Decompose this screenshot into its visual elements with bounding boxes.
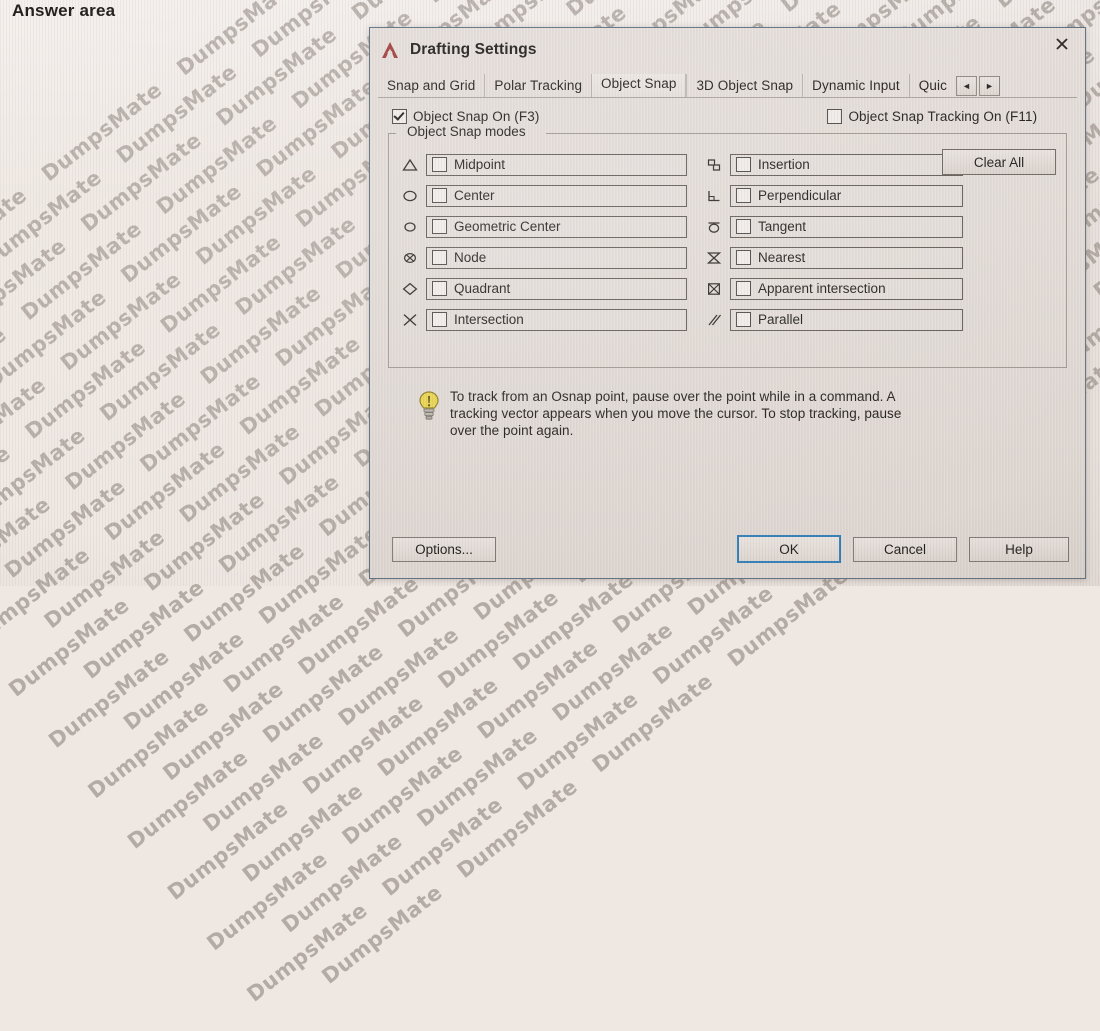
snap-row-center: Center — [399, 180, 687, 211]
checkbox-box — [432, 219, 447, 234]
triangle-icon — [399, 155, 421, 175]
tab-3d-object-snap[interactable]: 3D Object Snap — [686, 74, 802, 97]
snap-label-intersection: Intersection — [454, 312, 524, 327]
chevron-left-icon[interactable]: ◄ — [955, 76, 977, 96]
options-button[interactable]: Options... — [392, 536, 496, 562]
object-snap-tracking-on-label: Object Snap Tracking On (F11) — [848, 109, 1038, 124]
dialog-tabstrip: Snap and Grid Polar Tracking Object Snap… — [378, 71, 1077, 98]
snap-row-node: Node — [399, 242, 687, 273]
nearest-hourglass-icon — [703, 248, 725, 268]
checkbox-box — [736, 157, 751, 172]
checkbox-box — [432, 250, 447, 265]
tab-scroll-arrows: ◄ ► — [954, 76, 1000, 96]
snap-label-perpendicular: Perpendicular — [758, 188, 842, 203]
snap-checkbox-nearest[interactable]: Nearest — [730, 246, 963, 269]
square-x-icon — [703, 279, 725, 299]
snap-row-quadrant: Quadrant — [399, 273, 687, 304]
circle-icon — [399, 186, 421, 206]
snap-checkbox-tangent[interactable]: Tangent — [730, 215, 963, 238]
snap-row-midpoint: Midpoint — [399, 149, 687, 180]
tab-object-snap[interactable]: Object Snap — [591, 74, 687, 97]
tab-polar-tracking[interactable]: Polar Tracking — [484, 74, 591, 97]
small-circle-icon — [399, 217, 421, 237]
snap-row-perpendicular: Perpendicular — [703, 180, 963, 211]
checkbox-box — [736, 250, 751, 265]
snap-checkbox-intersection[interactable]: Intersection — [426, 308, 687, 331]
checkbox-box — [736, 219, 751, 234]
snap-row-insertion: Insertion — [703, 149, 963, 180]
tab-dynamic-input[interactable]: Dynamic Input — [802, 74, 909, 97]
checkbox-box — [432, 281, 447, 296]
snap-label-nearest: Nearest — [758, 250, 806, 265]
snap-row-apparent-intersection: Apparent intersection — [703, 273, 963, 304]
insertion-icon — [703, 155, 725, 175]
snap-checkbox-apparent-intersection[interactable]: Apparent intersection — [730, 277, 963, 300]
autocad-a-icon — [379, 40, 401, 60]
snap-row-nearest: Nearest — [703, 242, 963, 273]
tip-area: To track from an Osnap point, pause over… — [388, 388, 1067, 439]
tangent-icon — [703, 217, 725, 237]
tab-quick-properties[interactable]: Quic — [908, 74, 951, 97]
snap-label-node: Node — [454, 250, 487, 265]
checkbox-box — [736, 312, 751, 327]
checkbox-box — [736, 281, 751, 296]
checkbox-box — [392, 109, 407, 124]
snap-label-quadrant: Quadrant — [454, 281, 511, 296]
diamond-icon — [399, 279, 421, 299]
object-snap-modes-group: Object Snap modes Clear All Midpoint Cen… — [388, 124, 1067, 368]
chevron-right-icon[interactable]: ► — [978, 76, 1000, 96]
snap-label-midpoint: Midpoint — [454, 157, 506, 172]
tab-snap-and-grid[interactable]: Snap and Grid — [378, 74, 484, 97]
object-snap-tab-page: Object Snap On (F3) Object Snap Tracking… — [378, 98, 1077, 528]
checkbox-box — [432, 157, 447, 172]
snap-label-tangent: Tangent — [758, 219, 807, 234]
snap-checkbox-parallel[interactable]: Parallel — [730, 308, 963, 331]
snap-label-insertion: Insertion — [758, 157, 810, 172]
dialog-titlebar: Drafting Settings — [370, 28, 1085, 71]
clear-all-button[interactable]: Clear All — [942, 149, 1056, 175]
close-icon[interactable] — [1038, 27, 1085, 60]
group-title: Object Snap modes — [407, 124, 526, 139]
checkbox-box — [736, 188, 751, 203]
dialog-title: Drafting Settings — [410, 40, 537, 58]
dialog-footer: Options... OK Cancel Help — [370, 520, 1085, 578]
answer-area-label: Answer area — [12, 1, 116, 20]
ok-button[interactable]: OK — [737, 535, 841, 563]
checkbox-box — [432, 312, 447, 327]
snap-label-parallel: Parallel — [758, 312, 804, 327]
checkbox-box — [432, 188, 447, 203]
snap-row-tangent: Tangent — [703, 211, 963, 242]
snap-row-geometric-center: Geometric Center — [399, 211, 687, 242]
snap-checkbox-center[interactable]: Center — [426, 184, 687, 207]
snap-row-intersection: Intersection — [399, 304, 687, 335]
x-cross-icon — [399, 310, 421, 330]
snap-checkbox-insertion[interactable]: Insertion — [730, 153, 963, 176]
lightbulb-icon — [416, 388, 450, 439]
object-snap-on-label: Object Snap On (F3) — [413, 109, 540, 124]
snap-label-apparent-intersection: Apparent intersection — [758, 281, 886, 296]
parallel-slashes-icon — [703, 310, 725, 330]
snap-checkbox-node[interactable]: Node — [426, 246, 687, 269]
perpendicular-icon — [703, 186, 725, 206]
snap-modes-left-column: Midpoint Center Geometric Center Node Qu… — [399, 149, 687, 335]
snap-label-geometric-center: Geometric Center — [454, 219, 561, 234]
checkbox-box — [827, 109, 843, 124]
snap-checkbox-midpoint[interactable]: Midpoint — [426, 153, 687, 176]
help-button[interactable]: Help — [969, 536, 1069, 562]
circle-x-icon — [399, 248, 421, 268]
snap-modes-right-column: Insertion Perpendicular Tangent Nearest … — [703, 149, 963, 335]
snap-checkbox-perpendicular[interactable]: Perpendicular — [730, 184, 963, 207]
drafting-settings-dialog: Drafting Settings Snap and Grid Polar Tr… — [369, 27, 1086, 579]
cancel-button[interactable]: Cancel — [853, 536, 957, 562]
top-options-row: Object Snap On (F3) Object Snap Tracking… — [388, 106, 1067, 125]
snap-checkbox-geometric-center[interactable]: Geometric Center — [426, 215, 687, 238]
snap-row-parallel: Parallel — [703, 304, 963, 335]
snap-checkbox-quadrant[interactable]: Quadrant — [426, 277, 687, 300]
object-snap-on-checkbox[interactable]: Object Snap On (F3) — [392, 109, 539, 124]
snap-label-center: Center — [454, 188, 495, 203]
object-snap-tracking-on-checkbox[interactable]: Object Snap Tracking On (F11) — [827, 109, 1037, 124]
tip-text: To track from an Osnap point, pause over… — [450, 389, 902, 438]
